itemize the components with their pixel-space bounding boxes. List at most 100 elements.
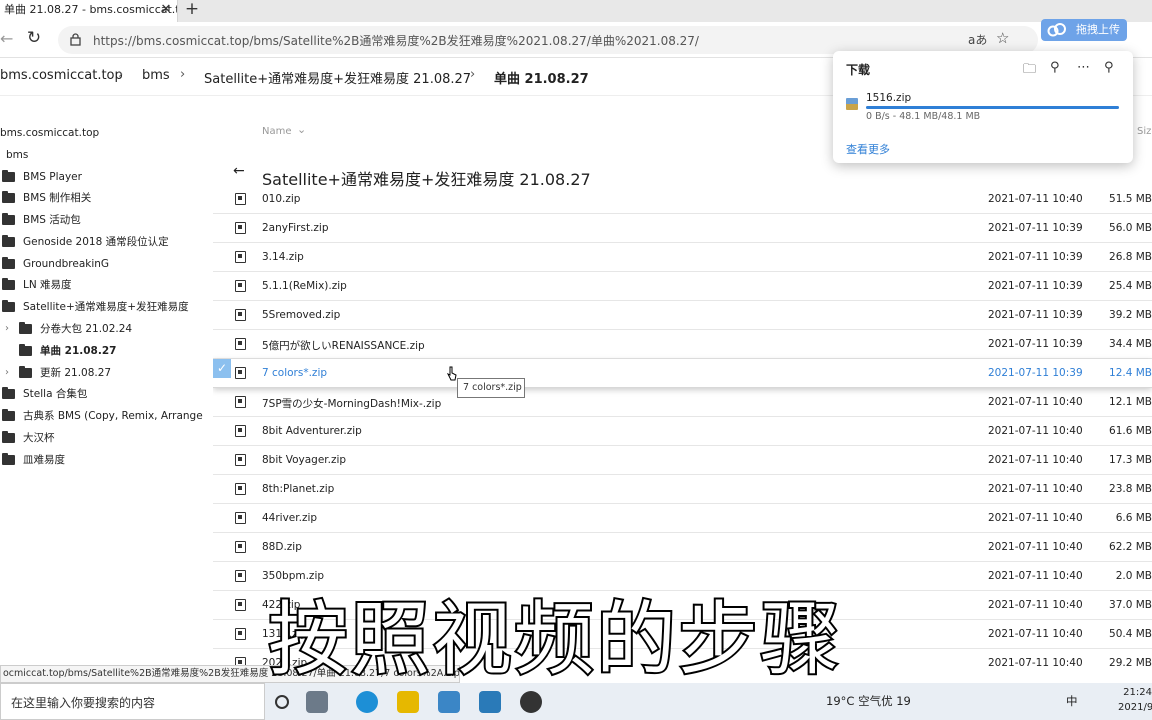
file-row[interactable]: 5Sremoved.zip 2021-07-11 10:39 39.2 MB bbox=[213, 301, 1152, 330]
upload-badge[interactable]: 拖拽上传 bbox=[1041, 19, 1127, 41]
lock-icon bbox=[70, 33, 81, 46]
pin-icon[interactable]: ⚲ bbox=[1104, 60, 1114, 75]
tree-root[interactable]: bms.cosmiccat.top bbox=[0, 123, 99, 143]
name-column-header[interactable]: Name bbox=[262, 126, 292, 137]
edge-icon[interactable] bbox=[356, 691, 378, 713]
search-icon[interactable]: ⚲ bbox=[1050, 60, 1060, 75]
sort-chevron-icon[interactable]: ⌄ bbox=[297, 123, 306, 136]
close-tab-icon[interactable]: ✕ bbox=[157, 0, 175, 22]
size-column-header[interactable]: Size bbox=[1137, 126, 1152, 137]
file-icon bbox=[235, 570, 246, 582]
folder-icon bbox=[2, 278, 15, 290]
file-row[interactable]: 3.14.zip 2021-07-11 10:39 26.8 MB bbox=[213, 243, 1152, 272]
chevron-right-icon[interactable]: › bbox=[5, 363, 9, 383]
download-progress-bar bbox=[866, 106, 1119, 109]
app-icon[interactable] bbox=[306, 691, 328, 713]
file-date: 2021-07-11 10:40 bbox=[988, 541, 1083, 553]
clock[interactable]: 21:24 2021/9/ bbox=[1118, 685, 1152, 715]
reload-icon[interactable]: ↻ bbox=[24, 28, 44, 50]
file-date: 2021-07-11 10:39 bbox=[988, 338, 1083, 350]
browser-tab[interactable]: 单曲 21.08.27 - bms.cosmiccat.to ✕ bbox=[0, 0, 178, 22]
tree-item-bms[interactable]: bms bbox=[6, 145, 28, 165]
download-filename[interactable]: 1516.zip bbox=[866, 92, 911, 104]
file-size: 26.8 MB bbox=[1109, 251, 1152, 263]
tree-item-label: 皿难易度 bbox=[23, 454, 65, 466]
folder-icon bbox=[2, 257, 15, 269]
store-icon[interactable] bbox=[479, 691, 501, 713]
file-size: 34.4 MB bbox=[1109, 338, 1152, 350]
weather-text[interactable]: 19°C 空气优 19 bbox=[826, 693, 911, 709]
cloud-icon bbox=[1047, 23, 1066, 37]
obs-icon[interactable] bbox=[520, 691, 542, 713]
new-tab-button[interactable]: + bbox=[182, 0, 202, 22]
tree-item-label: 古典系 BMS (Copy, Remix, Arrange bbox=[23, 410, 203, 422]
clock-date: 2021/9/ bbox=[1118, 702, 1152, 713]
file-name: 88D.zip bbox=[262, 541, 302, 553]
video-subtitle: 按照视频的步骤 bbox=[266, 591, 842, 688]
chevron-right-icon: › bbox=[180, 67, 186, 82]
file-size: 39.2 MB bbox=[1109, 309, 1152, 321]
tree-item-label: Stella 合集包 bbox=[23, 388, 88, 400]
file-size: 12.4 MB bbox=[1109, 367, 1152, 379]
file-row[interactable]: 8bit Adventurer.zip 2021-07-11 10:40 61.6 … bbox=[213, 417, 1152, 446]
file-row[interactable]: 8th:Planet.zip 2021-07-11 10:40 23.8 MB bbox=[213, 475, 1152, 504]
arrow-left-icon[interactable]: ← bbox=[233, 163, 245, 179]
downloads-title: 下载 bbox=[846, 63, 871, 77]
file-explorer-icon[interactable] bbox=[397, 691, 419, 713]
folder-icon bbox=[2, 431, 15, 443]
file-row[interactable]: 88D.zip 2021-07-11 10:40 62.2 MB bbox=[213, 533, 1152, 562]
folder-icon bbox=[2, 170, 15, 182]
chevron-right-icon[interactable]: › bbox=[5, 319, 9, 339]
file-date: 2021-07-11 10:40 bbox=[988, 425, 1083, 437]
file-row-selected[interactable]: ✓ 7 colors*.zip 2021-07-11 10:39 12.4 MB bbox=[213, 359, 1152, 388]
file-row[interactable]: 350bpm.zip 2021-07-11 10:40 2.0 MB bbox=[213, 562, 1152, 591]
file-icon bbox=[235, 396, 246, 408]
download-progress-fill bbox=[866, 106, 1119, 109]
downloads-panel: 下载 🗀 ⚲ ⋯ ⚲ 1516.zip 0 B/s - 48.1 MB/48.1… bbox=[833, 51, 1133, 163]
breadcrumb-current: 单曲 21.08.27 bbox=[494, 72, 589, 87]
file-row[interactable]: 010.zip 2021-07-11 10:40 51.5 MB bbox=[213, 185, 1152, 214]
folder-icon bbox=[2, 235, 15, 247]
file-date: 2021-07-11 10:40 bbox=[988, 454, 1083, 466]
file-row[interactable]: 7SP雪の少女-MorningDash!Mix-.zip 2021-07-11 1… bbox=[213, 388, 1152, 417]
file-row[interactable]: 5.1.1(ReMix).zip 2021-07-11 10:39 25.4 MB bbox=[213, 272, 1152, 301]
breadcrumb-satellite[interactable]: Satellite+通常难易度+发狂难易度 21.08.27 bbox=[204, 68, 471, 87]
file-date: 2021-07-11 10:39 bbox=[988, 251, 1083, 263]
folder-icon bbox=[19, 366, 32, 378]
tree-item-label: Satellite+通常难易度+发狂难易度 bbox=[23, 301, 189, 313]
address-bar[interactable]: https://bms.cosmiccat.top/bms/Satellite%… bbox=[58, 26, 1038, 54]
file-name: 5Sremoved.zip bbox=[262, 309, 341, 321]
taskbar-search[interactable]: 在这里输入你要搜索的内容 bbox=[0, 683, 265, 720]
file-size: 56.0 MB bbox=[1109, 222, 1152, 234]
file-size: 17.3 MB bbox=[1109, 454, 1152, 466]
file-size: 25.4 MB bbox=[1109, 280, 1152, 292]
task-view-icon[interactable] bbox=[275, 695, 289, 709]
file-row[interactable]: 2anyFirst.zip 2021-07-11 10:39 56.0 MB bbox=[213, 214, 1152, 243]
tree-item-label: GroundbreakinG bbox=[23, 258, 110, 270]
file-row[interactable]: 8bit Voyager.zip 2021-07-11 10:40 17.3 MB bbox=[213, 446, 1152, 475]
folder-icon bbox=[2, 300, 15, 312]
file-size: 6.6 MB bbox=[1115, 512, 1152, 524]
folder-icon bbox=[19, 322, 32, 334]
file-date: 2021-07-11 10:40 bbox=[988, 570, 1083, 582]
file-size: 12.1 MB bbox=[1109, 396, 1152, 408]
more-icon[interactable]: ⋯ bbox=[1077, 60, 1090, 75]
file-icon bbox=[235, 280, 246, 292]
back-icon[interactable]: ← bbox=[0, 29, 14, 51]
file-row[interactable]: 44river.zip 2021-07-11 10:40 6.6 MB bbox=[213, 504, 1152, 533]
file-row[interactable]: 5億円が欲しいRENAISSANCE.zip 2021-07-11 10:39 34… bbox=[213, 330, 1152, 359]
read-aloud-icon[interactable]: aあ bbox=[968, 31, 987, 48]
favorite-icon[interactable]: ☆ bbox=[996, 29, 1009, 47]
selection-checkbox[interactable]: ✓ bbox=[213, 359, 231, 378]
tree-item-label: Genoside 2018 通常段位认定 bbox=[23, 236, 169, 248]
file-list: Name ⌄ Size ← Satellite+通常难易度+发狂难易度 21.0… bbox=[213, 96, 1152, 668]
ime-indicator[interactable]: 中 bbox=[1066, 693, 1078, 709]
file-size: 37.0 MB bbox=[1109, 599, 1152, 611]
breadcrumb-root[interactable]: bms.cosmiccat.top bbox=[0, 68, 123, 83]
mail-icon[interactable] bbox=[438, 691, 460, 713]
breadcrumb-bms[interactable]: bms bbox=[142, 68, 170, 83]
open-folder-icon[interactable]: 🗀 bbox=[1023, 60, 1036, 82]
see-more-link[interactable]: 查看更多 bbox=[846, 141, 890, 157]
file-name: 5.1.1(ReMix).zip bbox=[262, 280, 347, 292]
file-name: 8bit Adventurer.zip bbox=[262, 425, 362, 437]
